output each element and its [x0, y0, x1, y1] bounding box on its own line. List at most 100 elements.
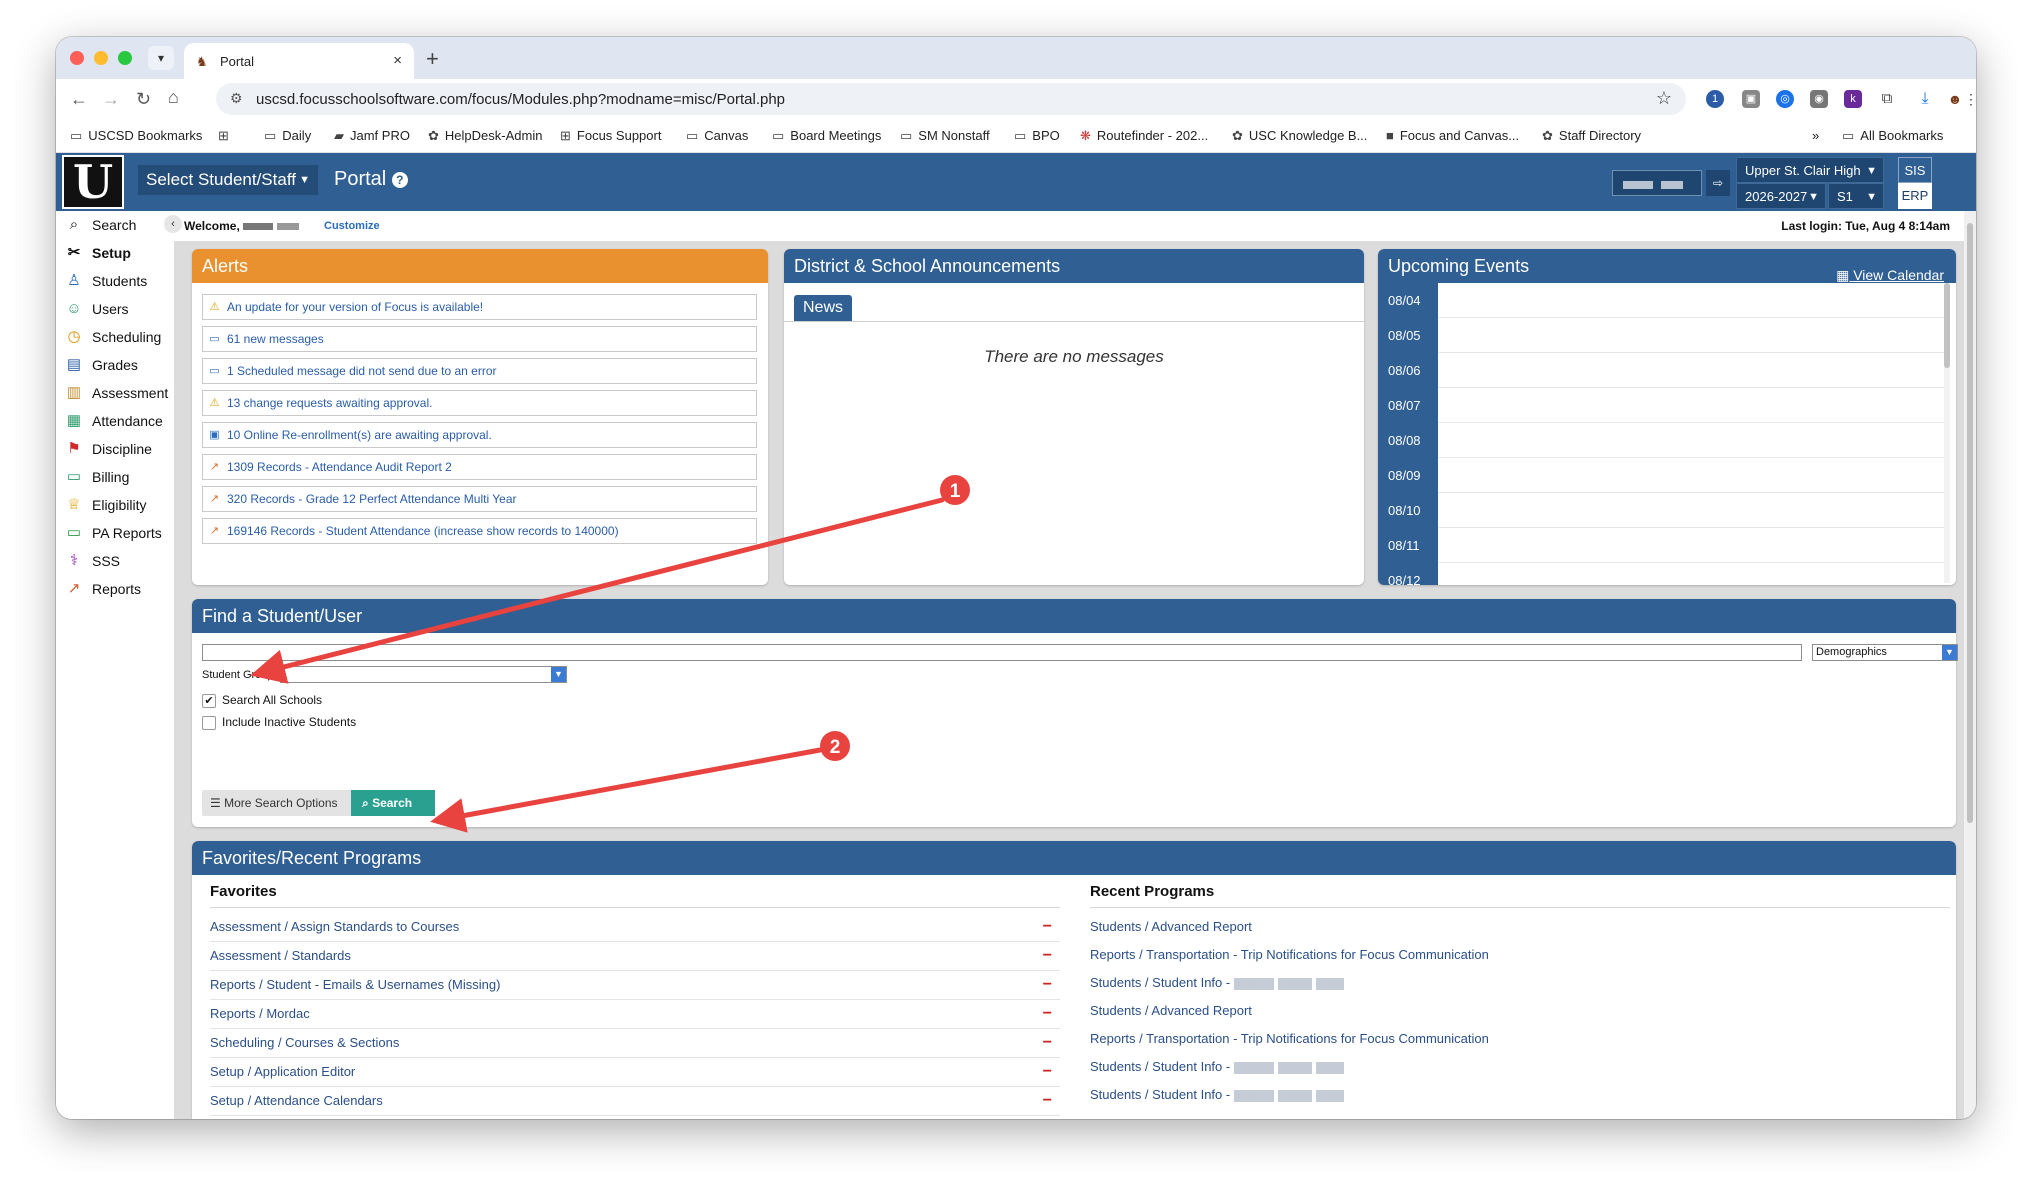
alert-item[interactable]: ▣ 10 Online Re-enrollment(s) are awaiting… [202, 422, 757, 448]
bookmark-sm-nonstaff[interactable]: ▭ SM Nonstaff [900, 128, 990, 144]
bookmark-board-meetings[interactable]: ▭ Board Meetings [772, 128, 881, 144]
tab-search-button[interactable]: ▾ [148, 46, 174, 70]
sidebar-item-attendance[interactable]: ▦ Attendance [64, 409, 174, 433]
reload-icon[interactable]: ↻ [136, 89, 151, 110]
sidebar-item-sss[interactable]: ⚕ SSS [64, 549, 174, 573]
url-text[interactable]: uscsd.focusschoolsoftware.com/focus/Modu… [256, 91, 785, 108]
bookmark-star-icon[interactable]: ☆ [1656, 88, 1672, 109]
favorite-item[interactable]: Scheduling / Courses & Sections − [210, 1029, 1060, 1058]
scrollbar-thumb[interactable] [1967, 223, 1973, 823]
sidebar-item-billing[interactable]: ▭ Billing [64, 465, 174, 489]
event-row[interactable]: 08/06 [1378, 353, 1948, 388]
remove-favorite-icon[interactable]: − [1043, 913, 1052, 941]
remove-favorite-icon[interactable]: − [1043, 1058, 1052, 1086]
bookmarks-overflow-icon[interactable]: » [1812, 128, 1819, 143]
alert-item[interactable]: ▭ 61 new messages [202, 326, 757, 352]
favorite-item[interactable]: Reports / Student - Emails & Usernames (… [210, 971, 1060, 1000]
favorite-link[interactable]: Reports / Student - Emails & Usernames (… [210, 977, 500, 992]
student-search-input[interactable] [202, 644, 1802, 661]
password-manager-extension-icon[interactable]: 1 [1706, 90, 1724, 108]
student-group-select[interactable]: ▼ [280, 666, 567, 683]
tab-news[interactable]: News [794, 295, 852, 321]
alert-item[interactable]: ↗ 1309 Records - Attendance Audit Report … [202, 454, 757, 480]
remove-favorite-icon[interactable]: − [1043, 971, 1052, 999]
event-row[interactable]: 08/11 [1378, 528, 1948, 563]
apps-grid-icon[interactable]: ⊞ [218, 128, 235, 144]
recent-program-link[interactable]: Students / Advanced Report [1090, 1003, 1252, 1018]
search-button[interactable]: ⌕ Search [351, 790, 435, 816]
download-icon[interactable]: ⤓ [1916, 90, 1934, 108]
recent-program-item[interactable]: Reports / Transportation - Trip Notifica… [1090, 1025, 1950, 1053]
sidebar-item-users[interactable]: ☺ Users [64, 297, 174, 321]
remove-favorite-icon[interactable]: − [1043, 1029, 1052, 1057]
recent-program-link[interactable]: Students / Advanced Report [1090, 919, 1252, 934]
erp-button[interactable]: ERP [1898, 183, 1932, 209]
remove-favorite-icon[interactable]: − [1043, 1087, 1052, 1115]
alert-item[interactable]: ↗ 320 Records - Grade 12 Perfect Attendan… [202, 486, 757, 512]
close-tab-icon[interactable]: × [393, 52, 402, 69]
recent-program-item[interactable]: Students / Student Info - [1090, 969, 1950, 997]
event-row[interactable]: 08/07 [1378, 388, 1948, 423]
scrollbar-thumb[interactable] [1944, 283, 1950, 368]
remove-favorite-icon[interactable]: − [1043, 942, 1052, 970]
new-tab-button[interactable]: + [426, 46, 439, 72]
event-row[interactable]: 08/09 [1378, 458, 1948, 493]
recent-program-item[interactable]: Students / Advanced Report [1090, 913, 1950, 941]
year-select[interactable]: 2026-2027 ▼ [1736, 183, 1826, 209]
recent-program-link[interactable]: Reports / Transportation - Trip Notifica… [1090, 1031, 1489, 1046]
bookmark-jamf[interactable]: ▰ Jamf PRO [334, 128, 410, 144]
recent-program-link[interactable]: Students / Student Info - [1090, 1059, 1230, 1074]
recent-program-item[interactable]: Students / Student Info - [1090, 1081, 1950, 1109]
site-info-icon[interactable]: ⚙ [230, 90, 243, 107]
customize-link[interactable]: Customize [324, 220, 380, 232]
close-window-button[interactable] [70, 51, 84, 65]
extensions-puzzle-icon[interactable]: ⧉ [1878, 90, 1896, 108]
bookmark-daily[interactable]: ▭ Daily [264, 128, 311, 144]
user-menu[interactable] [1612, 170, 1702, 196]
include-inactive-row[interactable]: Include Inactive Students [202, 715, 356, 730]
bookmark-focus-canvas[interactable]: ■ Focus and Canvas... [1386, 128, 1519, 143]
maximize-window-button[interactable] [118, 51, 132, 65]
forward-icon[interactable]: → [102, 89, 120, 110]
help-icon[interactable]: ? [391, 171, 408, 188]
alert-item[interactable]: ⚠ 13 change requests awaiting approval. [202, 390, 757, 416]
recent-program-link[interactable]: Reports / Transportation - Trip Notifica… [1090, 947, 1489, 962]
bookmark-staff-directory[interactable]: ✿ Staff Directory [1542, 128, 1641, 144]
bookmark-routefinder[interactable]: ❋ Routefinder - 202... [1080, 128, 1208, 144]
sidebar-item-students[interactable]: ♙ Students [64, 269, 174, 293]
k-extension-icon[interactable]: k [1844, 90, 1862, 108]
favorite-link[interactable]: Scheduling / Courses & Sections [210, 1035, 399, 1050]
browser-menu-icon[interactable]: ⋮ [1962, 90, 1976, 108]
select-student-staff-dropdown[interactable]: Select Student/Staff ▼ [138, 165, 318, 195]
favorite-item[interactable]: Setup / Application Editor − [210, 1058, 1060, 1087]
bookmark-uscsd[interactable]: ▭ USCSD Bookmarks [70, 128, 202, 144]
event-row[interactable]: 08/12 [1378, 563, 1948, 585]
bookmark-bpo[interactable]: ▭ BPO [1014, 128, 1060, 144]
favorite-item[interactable]: Assessment / Assign Standards to Courses… [210, 913, 1060, 942]
search-all-schools-row[interactable]: ✔ Search All Schools [202, 693, 322, 708]
bookmark-canvas[interactable]: ▭ Canvas [686, 128, 748, 144]
address-bar[interactable]: ⚙ uscsd.focusschoolsoftware.com/focus/Mo… [216, 83, 1686, 115]
more-search-options-button[interactable]: ☰ More Search Options [202, 790, 351, 816]
sidebar-item-grades[interactable]: ▤ Grades [64, 353, 174, 377]
screen-extension-icon[interactable]: ▣ [1742, 90, 1760, 108]
alert-item[interactable]: ▭ 1 Scheduled message did not send due to… [202, 358, 757, 384]
favorite-link[interactable]: Assessment / Standards [210, 948, 351, 963]
alert-item[interactable]: ⚠ An update for your version of Focus is … [202, 294, 757, 320]
camera-extension-icon[interactable]: ◉ [1810, 90, 1828, 108]
sidebar-item-eligibility[interactable]: ♕ Eligibility [64, 493, 174, 517]
recent-program-item[interactable]: Reports / Transportation - Trip Notifica… [1090, 941, 1950, 969]
recent-program-item[interactable]: Students / Advanced Report [1090, 997, 1950, 1025]
minimize-window-button[interactable] [94, 51, 108, 65]
recent-program-link[interactable]: Students / Student Info - [1090, 1087, 1230, 1102]
include-inactive-checkbox[interactable] [202, 715, 216, 730]
term-select[interactable]: S1 ▼ [1828, 183, 1884, 209]
favorite-link[interactable]: Setup / Application Editor [210, 1064, 355, 1079]
chrome-extension-icon[interactable]: ◎ [1776, 90, 1794, 108]
recent-program-link[interactable]: Students / Student Info - [1090, 975, 1230, 990]
sis-button[interactable]: SIS [1898, 157, 1932, 183]
favorite-link[interactable]: Assessment / Assign Standards to Courses [210, 919, 459, 934]
event-row[interactable]: 08/10 [1378, 493, 1948, 528]
page-scrollbar[interactable] [1964, 211, 1976, 1119]
bookmark-usc-knowledge[interactable]: ✿ USC Knowledge B... [1232, 128, 1367, 144]
